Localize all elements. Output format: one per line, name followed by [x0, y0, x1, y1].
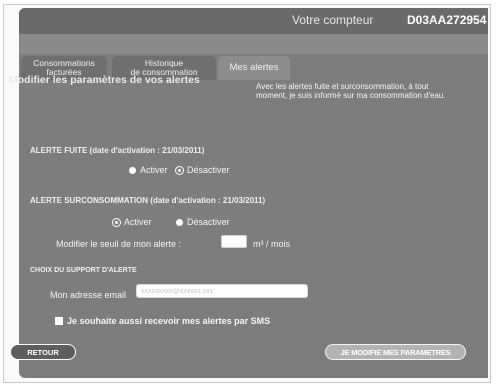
meter-label: Votre compteur: [292, 13, 374, 27]
overuse-alert-title: ALERTE SURCONSOMMATION (date d'activatio…: [30, 196, 266, 205]
section-title: Modifier les paramètres de vos alertes: [9, 74, 200, 86]
overuse-deactivate-radio[interactable]: Désactiver: [176, 217, 230, 227]
email-label: Mon adresse email: [50, 290, 127, 300]
threshold-input[interactable]: [221, 235, 247, 248]
tabs-strip: [19, 34, 488, 54]
email-field[interactable]: [136, 284, 308, 298]
tab-label: Mes alertes: [229, 62, 279, 73]
meter-header: Votre compteur D03AA272954: [19, 8, 488, 34]
leak-activate-label: Activer: [140, 165, 168, 175]
meter-number: D03AA272954: [407, 13, 487, 27]
sms-label: Je souhaite aussi recevoir mes alertes p…: [67, 316, 271, 326]
leak-activate-radio[interactable]: Activer: [129, 165, 168, 175]
leak-alert-title: ALERTE FUITE (date d'activation : 21/03/…: [30, 146, 205, 155]
radio-unchecked-icon: [176, 219, 183, 226]
modify-settings-button[interactable]: JE MODIFIE MES PARAMETRES: [325, 344, 466, 360]
radio-unchecked-icon: [129, 167, 136, 174]
leak-deactivate-label: Désactiver: [187, 165, 230, 175]
overuse-activate-radio[interactable]: Activer: [113, 217, 152, 227]
overuse-activate-label: Activer: [124, 217, 152, 227]
alerts-info-text: Avec les alertes fuite et surconsommatio…: [256, 82, 446, 100]
leak-deactivate-radio[interactable]: Désactiver: [176, 165, 230, 175]
tab-mes-alertes[interactable]: Mes alertes: [218, 56, 290, 80]
checkbox-icon[interactable]: [55, 317, 63, 325]
alert-support-title: CHOIX DU SUPPORT D'ALERTE: [30, 267, 137, 274]
overuse-deactivate-label: Désactiver: [187, 217, 230, 227]
threshold-label: Modifier le seuil de mon alerte :: [56, 239, 182, 249]
radio-checked-icon: [176, 167, 183, 174]
sms-option[interactable]: Je souhaite aussi recevoir mes alertes p…: [55, 316, 270, 326]
radio-checked-icon: [113, 219, 120, 226]
back-button[interactable]: RETOUR: [10, 344, 76, 360]
threshold-unit: m³ / mois: [253, 239, 290, 249]
